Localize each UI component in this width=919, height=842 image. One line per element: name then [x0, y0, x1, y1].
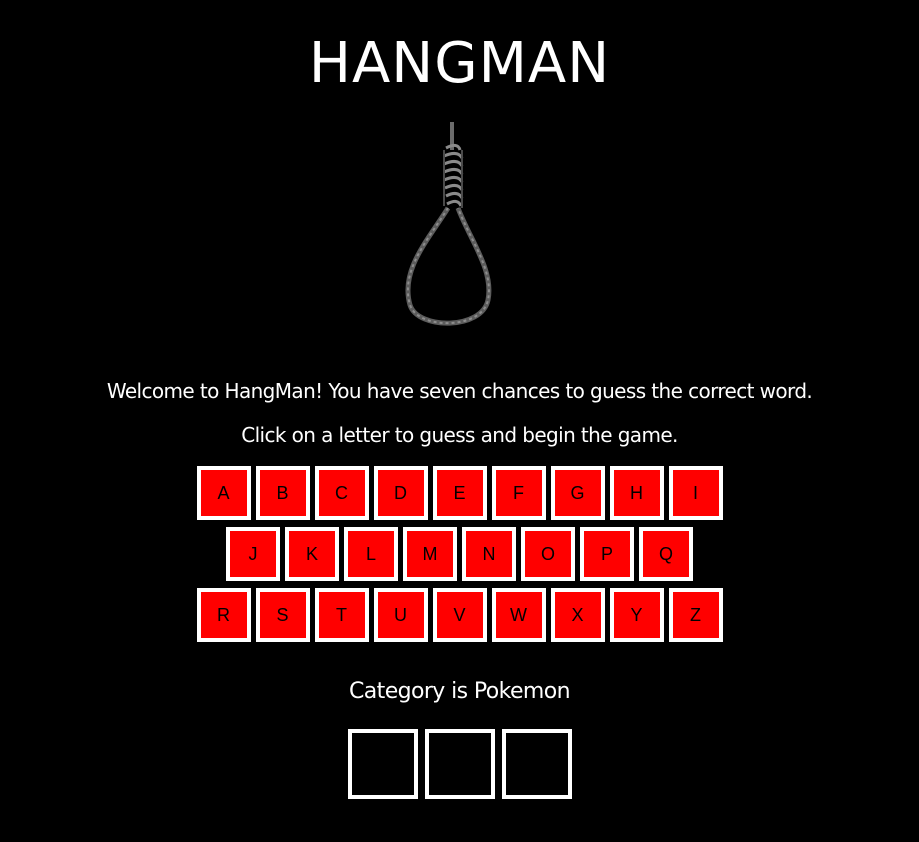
letter-key-q[interactable]: Q — [639, 527, 693, 581]
letter-key-i[interactable]: I — [668, 466, 723, 520]
noose-icon — [405, 122, 492, 326]
word-slots — [0, 729, 919, 799]
word-letter-slot — [424, 729, 495, 799]
letter-key-e[interactable]: E — [432, 466, 487, 520]
category-label: Category is Pokemon — [349, 679, 571, 704]
letter-key-c[interactable]: C — [314, 466, 369, 520]
letter-key-t[interactable]: T — [314, 588, 369, 642]
letter-key-d[interactable]: D — [373, 466, 428, 520]
letter-key-h[interactable]: H — [609, 466, 664, 520]
letter-key-y[interactable]: Y — [609, 588, 664, 642]
word-letter-slot — [347, 729, 418, 799]
letter-key-u[interactable]: U — [373, 588, 428, 642]
instruction-message: Click on a letter to guess and begin the… — [241, 423, 678, 447]
letter-key-z[interactable]: Z — [668, 588, 723, 642]
letter-key-m[interactable]: M — [403, 527, 457, 581]
letter-key-j[interactable]: J — [226, 527, 280, 581]
letter-key-b[interactable]: B — [255, 466, 310, 520]
letter-key-g[interactable]: G — [550, 466, 605, 520]
letter-key-p[interactable]: P — [580, 527, 634, 581]
letter-keyboard: A B C D E F G H I J K L M N O P Q R S T … — [0, 466, 919, 649]
word-letter-slot — [501, 729, 572, 799]
letter-key-n[interactable]: N — [462, 527, 516, 581]
keyboard-row-2: J K L M N O P Q — [0, 527, 919, 581]
keyboard-row-3: R S T U V W X Y Z — [0, 588, 919, 642]
letter-key-v[interactable]: V — [432, 588, 487, 642]
hangman-page: HANGMAN Welcome to HangMan! You have sev… — [0, 0, 919, 842]
letter-key-a[interactable]: A — [196, 466, 251, 520]
letter-key-l[interactable]: L — [344, 527, 398, 581]
letter-key-f[interactable]: F — [491, 466, 546, 520]
letter-key-w[interactable]: W — [491, 588, 546, 642]
keyboard-row-1: A B C D E F G H I — [0, 466, 919, 520]
letter-key-r[interactable]: R — [196, 588, 251, 642]
welcome-message: Welcome to HangMan! You have seven chanc… — [106, 379, 813, 403]
letter-key-s[interactable]: S — [255, 588, 310, 642]
page-title: HANGMAN — [308, 31, 611, 96]
letter-key-x[interactable]: X — [550, 588, 605, 642]
letter-key-o[interactable]: O — [521, 527, 575, 581]
letter-key-k[interactable]: K — [285, 527, 339, 581]
